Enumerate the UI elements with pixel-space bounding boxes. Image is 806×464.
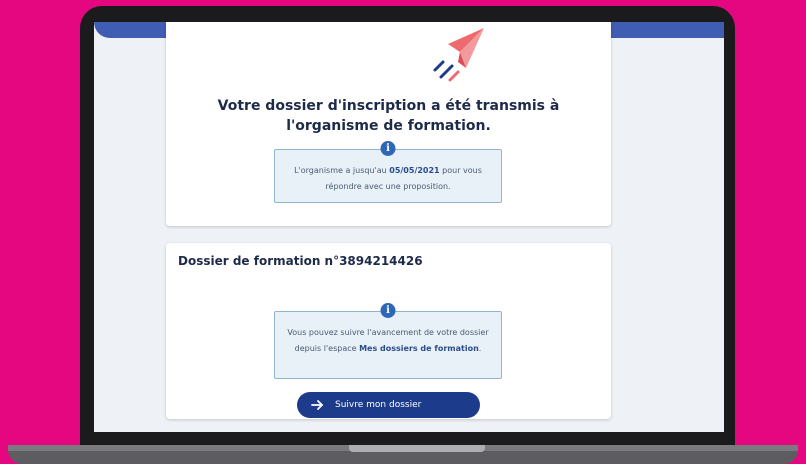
- tracking-notice-text: Vous pouvez suivre l'avancement de votre…: [287, 328, 489, 353]
- follow-dossier-label: Suivre mon dossier: [335, 400, 422, 410]
- paper-plane-icon: [433, 28, 484, 82]
- deadline-notice-text: L'organisme a jusqu'au 05/05/2021 pour v…: [294, 166, 482, 191]
- laptop-base: [8, 445, 798, 464]
- deadline-date: 05/05/2021: [389, 166, 440, 175]
- header-band-right: [610, 22, 724, 38]
- dossier-title: Dossier de formation n°3894214426: [178, 254, 423, 268]
- dossier-card: Dossier de formation n°3894214426 i Vous…: [166, 243, 611, 419]
- mes-dossiers-link[interactable]: Mes dossiers de formation: [359, 344, 479, 353]
- follow-dossier-button[interactable]: Suivre mon dossier: [297, 392, 480, 418]
- info-icon: i: [380, 141, 396, 156]
- info-icon: i: [380, 303, 396, 318]
- tracking-notice: i Vous pouvez suivre l'avancement de vot…: [274, 303, 502, 379]
- deadline-notice: i L'organisme a jusqu'au 05/05/2021 pour…: [274, 141, 502, 203]
- arrow-right-icon: [311, 400, 323, 410]
- confirmation-card: Votre dossier d'inscription a été transm…: [166, 22, 611, 226]
- header-band-left: [94, 22, 166, 38]
- confirmation-headline: Votre dossier d'inscription a été transm…: [217, 98, 560, 134]
- laptop-notch: [349, 445, 485, 452]
- laptop-screen: Votre dossier d'inscription a été transm…: [94, 22, 724, 432]
